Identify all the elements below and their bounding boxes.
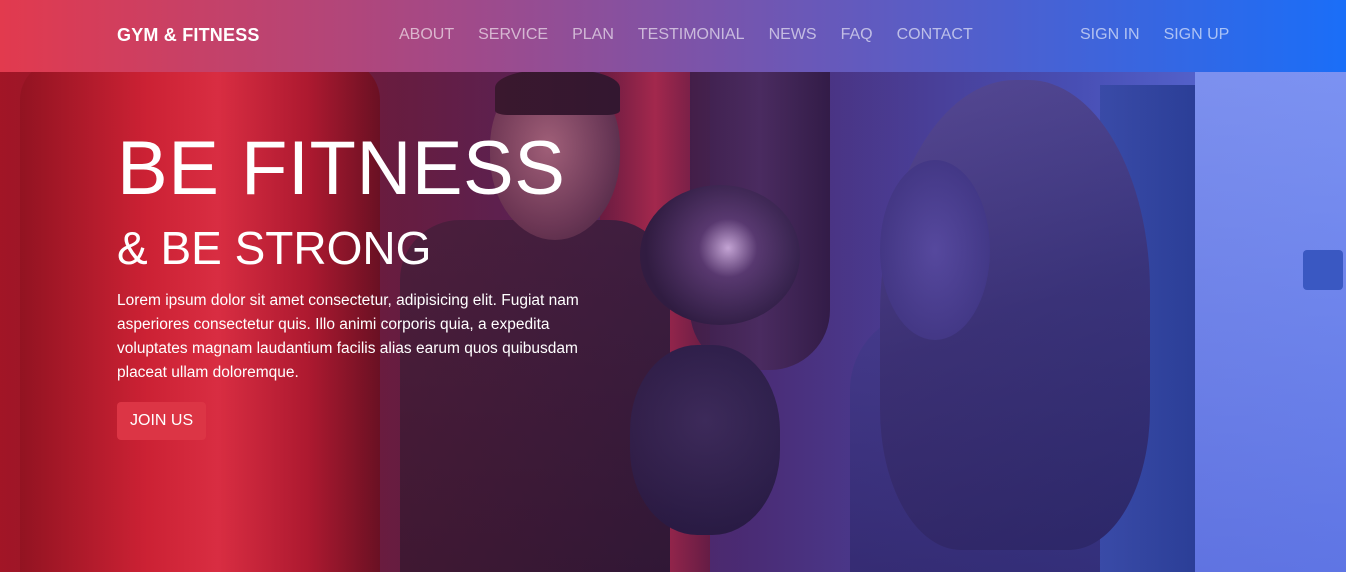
- nav-link-plan[interactable]: PLAN: [572, 26, 614, 44]
- nav-link-contact[interactable]: CONTACT: [897, 26, 973, 44]
- sign-in-link[interactable]: SIGN IN: [1080, 26, 1140, 44]
- hero-description: Lorem ipsum dolor sit amet consectetur, …: [117, 292, 579, 381]
- nav-link-testimonial[interactable]: TESTIMONIAL: [638, 26, 745, 44]
- nav-link-service[interactable]: SERVICE: [478, 26, 548, 44]
- nav-links: ABOUT SERVICE PLAN TESTIMONIAL NEWS FAQ …: [399, 26, 973, 44]
- hero-subtitle: & BE STRONG: [117, 222, 432, 274]
- sign-up-link[interactable]: SIGN UP: [1164, 26, 1230, 44]
- hero-content: BE FITNESS & BE STRONG Lorem ipsum dolor…: [117, 125, 637, 440]
- nav-link-about[interactable]: ABOUT: [399, 26, 454, 44]
- join-us-button[interactable]: JOIN US: [117, 402, 207, 440]
- auth-links: SIGN IN SIGN UP: [1080, 26, 1229, 44]
- brand-logo[interactable]: GYM & FITNESS: [117, 25, 260, 46]
- landing-page: GYM & FITNESS ABOUT SERVICE PLAN TESTIMO…: [0, 0, 1346, 572]
- nav-link-news[interactable]: NEWS: [769, 26, 817, 44]
- navbar: GYM & FITNESS ABOUT SERVICE PLAN TESTIMO…: [0, 0, 1346, 72]
- hero-title: BE FITNESS: [117, 126, 566, 211]
- nav-link-faq[interactable]: FAQ: [841, 26, 873, 44]
